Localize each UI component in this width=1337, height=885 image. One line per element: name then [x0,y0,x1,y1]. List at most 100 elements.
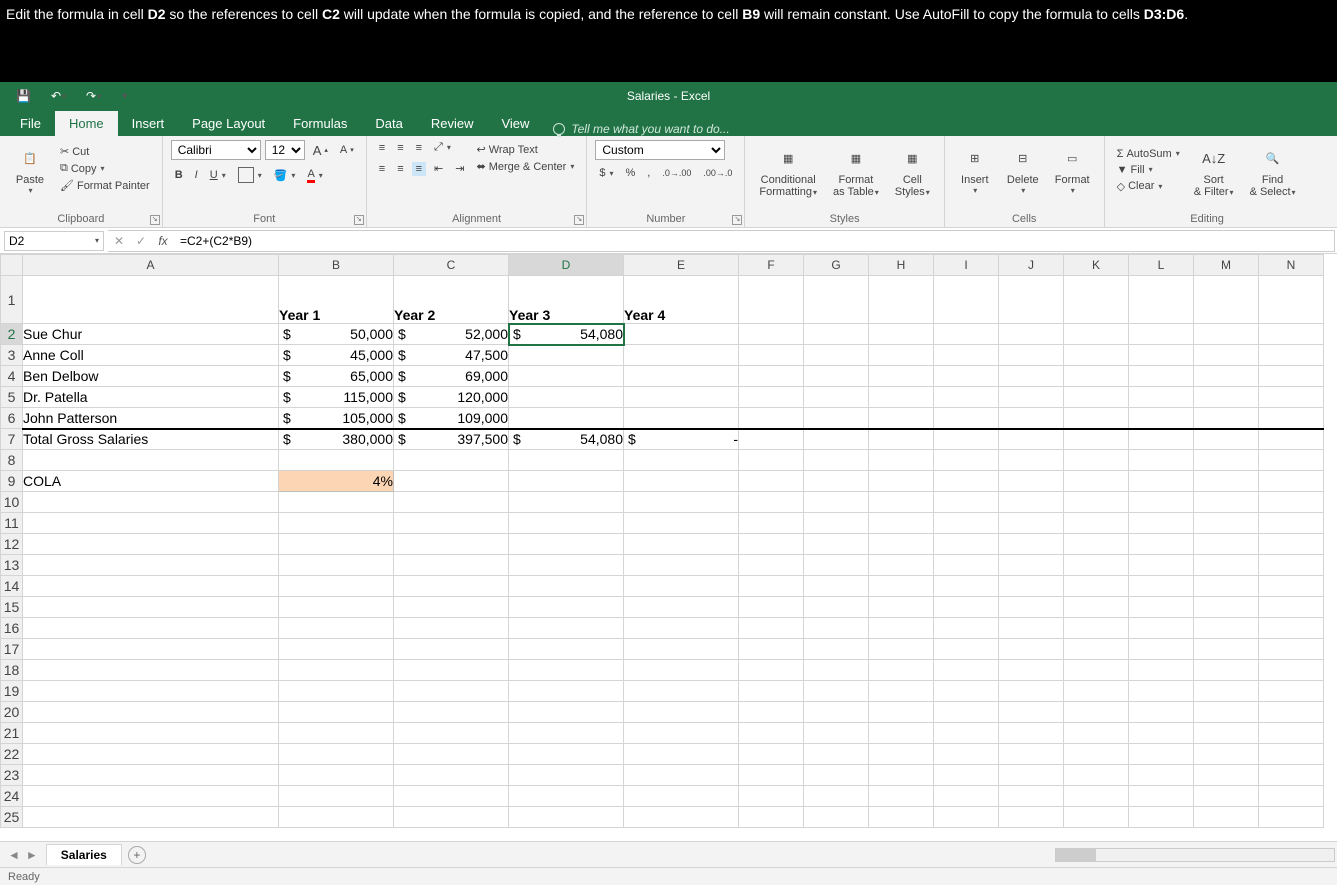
row-header[interactable]: 3 [1,345,23,366]
cell[interactable] [999,492,1064,513]
cell[interactable] [1064,639,1129,660]
cell[interactable] [1129,408,1194,429]
cell[interactable] [804,534,869,555]
cut-button[interactable]: ✂Cut [56,144,154,159]
cell[interactable] [1129,807,1194,828]
cell[interactable] [509,366,624,387]
cell[interactable] [1259,408,1324,429]
row-header[interactable]: 16 [1,618,23,639]
cell[interactable] [279,723,394,744]
cell[interactable] [279,744,394,765]
cell[interactable] [23,534,279,555]
align-center-button[interactable]: ≡ [393,162,407,176]
cell[interactable] [1064,807,1129,828]
row-header[interactable]: 10 [1,492,23,513]
cell[interactable] [624,702,739,723]
cell[interactable] [739,429,804,450]
cell[interactable]: $47,500 [394,345,509,366]
cell[interactable]: $380,000 [279,429,394,450]
cell[interactable] [1194,807,1259,828]
cell[interactable] [804,555,869,576]
cell[interactable] [1129,345,1194,366]
cell[interactable] [624,513,739,534]
cell[interactable] [1194,345,1259,366]
cell[interactable] [624,534,739,555]
cell[interactable] [999,471,1064,492]
cell[interactable] [509,597,624,618]
cell[interactable] [999,786,1064,807]
cell[interactable] [1064,597,1129,618]
cell[interactable] [279,681,394,702]
cell[interactable] [739,639,804,660]
underline-button[interactable]: U▾ [206,168,230,182]
cell[interactable] [1194,597,1259,618]
cell[interactable] [1129,576,1194,597]
cancel-formula-button[interactable]: ✕ [108,234,130,248]
cell[interactable] [999,765,1064,786]
cell[interactable] [739,534,804,555]
cell[interactable] [23,681,279,702]
autosum-button[interactable]: ΣAutoSum▾ [1113,147,1184,161]
cell[interactable] [1194,471,1259,492]
cell[interactable] [804,492,869,513]
cell[interactable] [624,618,739,639]
cell[interactable] [869,429,934,450]
cell[interactable] [509,555,624,576]
col-header-C[interactable]: C [394,255,509,276]
cell[interactable] [804,681,869,702]
cell[interactable] [509,660,624,681]
cell[interactable] [1259,744,1324,765]
cell[interactable] [934,429,999,450]
cell[interactable] [804,786,869,807]
cell[interactable] [1259,276,1324,324]
cell[interactable] [509,513,624,534]
cell[interactable] [869,366,934,387]
cell[interactable] [1064,324,1129,345]
format-painter-button[interactable]: 🖌Format Painter [56,178,154,193]
cell[interactable] [1259,534,1324,555]
cell[interactable] [804,639,869,660]
cell[interactable] [1259,324,1324,345]
tab-review[interactable]: Review [417,111,488,136]
row-header[interactable]: 22 [1,744,23,765]
cell[interactable] [804,660,869,681]
clear-button[interactable]: ◇Clear▾ [1113,179,1184,194]
row-header[interactable]: 11 [1,513,23,534]
cell[interactable] [1194,765,1259,786]
cell[interactable] [23,576,279,597]
cell[interactable] [934,276,999,324]
tab-file[interactable]: File [6,111,55,136]
cell[interactable] [279,639,394,660]
cell[interactable] [509,639,624,660]
increase-font-button[interactable]: A▴ [309,142,332,159]
row-header[interactable]: 14 [1,576,23,597]
tab-pagelayout[interactable]: Page Layout [178,111,279,136]
cell[interactable]: $45,000 [279,345,394,366]
bold-button[interactable]: B [171,168,187,182]
cell[interactable] [934,471,999,492]
copy-button[interactable]: ⧉Copy▾ [56,161,154,176]
cell[interactable] [624,765,739,786]
cell[interactable] [1129,450,1194,471]
sheet-tab-salaries[interactable]: Salaries [46,844,122,865]
cell[interactable] [1259,450,1324,471]
redo-button[interactable]: ↷▾ [80,87,107,105]
cell[interactable] [804,366,869,387]
cell[interactable] [23,723,279,744]
cell[interactable] [23,618,279,639]
cell[interactable] [1194,408,1259,429]
cell[interactable] [1129,471,1194,492]
cell[interactable] [624,660,739,681]
cell[interactable] [869,786,934,807]
cell[interactable] [394,492,509,513]
cell[interactable] [394,786,509,807]
sort-filter-button[interactable]: A↓ZSort& Filter▾ [1188,140,1240,200]
cell[interactable] [1064,744,1129,765]
cell[interactable] [509,744,624,765]
cell[interactable] [1194,429,1259,450]
cell[interactable] [1194,555,1259,576]
cell[interactable]: $120,000 [394,387,509,408]
cell[interactable] [999,534,1064,555]
cell[interactable] [999,276,1064,324]
increase-decimal-button[interactable]: .0→.00 [658,167,695,179]
